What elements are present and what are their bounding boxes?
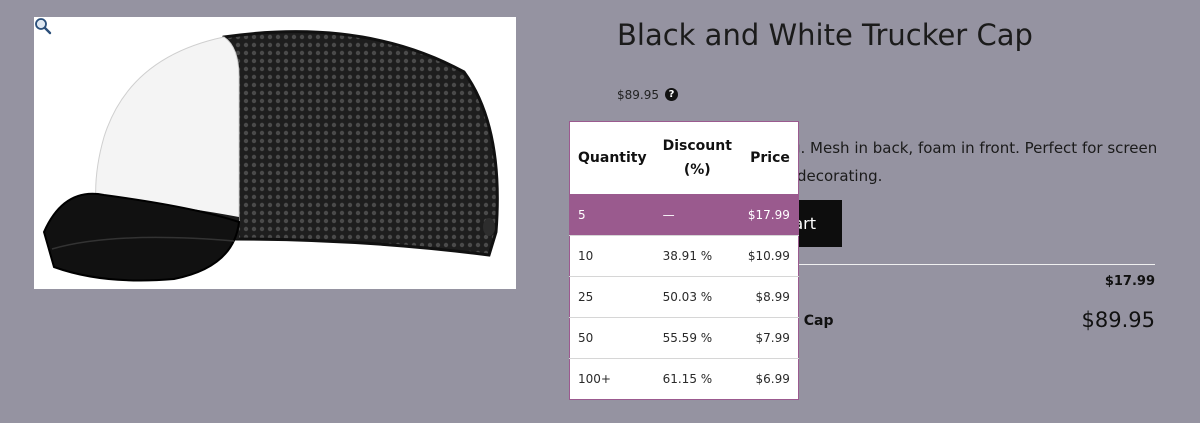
help-icon[interactable]: ? [665,88,678,101]
zoom-icon[interactable] [34,17,52,35]
tier-header-row: Quantity Discount (%) Price [570,122,799,195]
tier-discount: 38.91 % [654,235,740,277]
tier-row[interactable]: 25 50.03 % $8.99 [569,276,799,318]
unit-price: $17.99 [1104,274,1155,289]
tiered-pricing-table: Quantity Discount (%) Price 5— $17.99 10 38… [569,121,799,400]
trucker-cap-icon [42,30,499,282]
tier-price: $8.99 [739,276,799,318]
tier-row[interactable]: 10 38.91 % $10.99 [569,235,799,277]
tier-row[interactable]: 50 55.59 % $7.99 [569,317,799,359]
tier-quantity: 5 [569,194,655,236]
tier-quantity: 100+ [569,358,655,400]
header-price: Price [750,150,790,166]
product-image[interactable] [34,17,516,289]
tier-quantity: 10 [569,235,655,277]
tier-price: $7.99 [739,317,799,359]
tier-row[interactable]: 100+ 61.15 % $6.99 [569,358,799,400]
tier-discount: 55.59 % [654,317,740,359]
tier-row[interactable]: 5— $17.99 [569,194,799,236]
tier-price: $17.99 [739,194,799,236]
tier-discount: — [654,194,740,236]
total-price: $89.95 [1081,308,1155,332]
header-quantity: Quantity [578,150,647,166]
tier-discount: 50.03 % [654,276,740,318]
tier-discount: 61.15 % [654,358,740,400]
tier-price: $6.99 [739,358,799,400]
tier-quantity: 25 [569,276,655,318]
product-price: $89.95 [617,88,659,102]
header-discount: Discount (%) [662,138,732,178]
product-title: Black and White Trucker Cap [617,18,1033,52]
tier-price: $10.99 [739,235,799,277]
tier-quantity: 50 [569,317,655,359]
